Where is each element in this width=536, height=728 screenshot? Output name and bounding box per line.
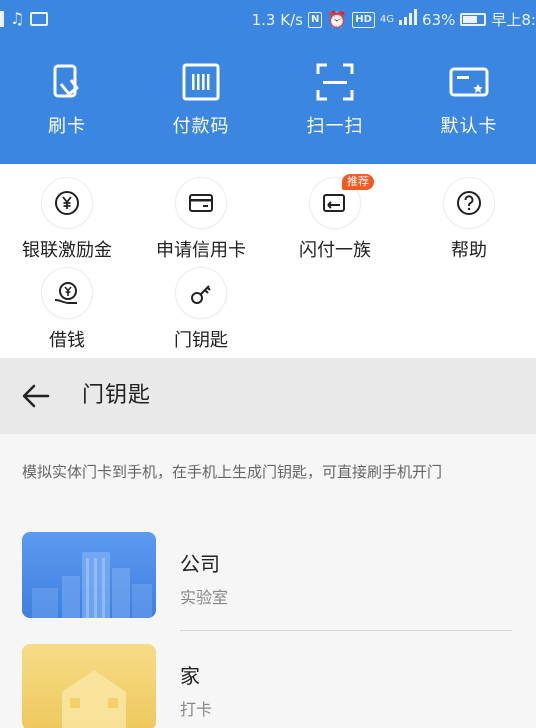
status-right: 1.3 K/s N ⏰ HD 4G 63% 早上8: bbox=[252, 9, 536, 30]
battery-icon bbox=[460, 13, 487, 26]
network-speed: 1.3 K/s bbox=[251, 10, 303, 29]
battery-percent: 63% bbox=[422, 10, 456, 29]
scan-button[interactable]: 扫一扫 bbox=[268, 62, 402, 142]
default-card-label: 默认卡 bbox=[440, 116, 498, 137]
quickpass-icon: 推荐 bbox=[310, 174, 374, 228]
incentive-button[interactable]: 银联激励金 bbox=[0, 178, 134, 262]
card-swipe-icon bbox=[53, 64, 79, 98]
page-title: 门钥匙 bbox=[82, 383, 152, 408]
default-card-icon bbox=[449, 67, 489, 97]
door-key-button[interactable]: 门钥匙 bbox=[134, 268, 268, 352]
back-arrow-icon[interactable] bbox=[20, 380, 52, 412]
key-icon bbox=[176, 268, 226, 318]
key-description: 模拟实体门卡到手机，在手机上生成门钥匙，可直接刷手机开门 bbox=[22, 463, 443, 481]
music-icon: ♫ bbox=[10, 9, 25, 28]
quickpass-button[interactable]: 推荐 闪付一族 bbox=[268, 174, 402, 262]
help-button[interactable]: 帮助 bbox=[402, 178, 536, 262]
status-bar: ♫ 1.3 K/s N ⏰ HD 4G 63% 早上8: bbox=[0, 0, 536, 40]
swipe-card-button[interactable]: 刷卡 bbox=[0, 62, 134, 142]
credit-card-icon bbox=[176, 178, 226, 228]
alarm-icon: ⏰ bbox=[327, 9, 348, 29]
payment-code-label: 付款码 bbox=[172, 116, 230, 137]
payment-code-icon bbox=[182, 63, 220, 101]
key-page-header: 门钥匙 bbox=[0, 358, 536, 434]
key-card-company[interactable]: 公司 实验室 bbox=[0, 532, 536, 644]
scan-label: 扫一扫 bbox=[306, 116, 364, 137]
door-key-label: 门钥匙 bbox=[174, 330, 228, 351]
borrow-money-icon bbox=[42, 268, 92, 318]
help-label: 帮助 bbox=[451, 240, 487, 261]
yuan-coin-icon bbox=[42, 178, 92, 228]
clock: 早上8: bbox=[491, 11, 536, 29]
quickpass-label: 闪付一族 bbox=[299, 240, 371, 261]
card-name: 家 bbox=[180, 664, 200, 688]
divider bbox=[180, 630, 512, 631]
incentive-label: 银联激励金 bbox=[22, 240, 112, 261]
payment-code-button[interactable]: 付款码 bbox=[134, 62, 268, 142]
buildings-icon bbox=[32, 552, 152, 618]
network-type: 4G bbox=[379, 13, 395, 25]
card-subtitle: 实验室 bbox=[180, 588, 229, 607]
apply-credit-card-label: 申请信用卡 bbox=[156, 240, 246, 261]
apply-credit-card-button[interactable]: 申请信用卡 bbox=[134, 178, 268, 262]
borrow-money-button[interactable]: 借钱 bbox=[0, 268, 134, 352]
recommend-badge: 推荐 bbox=[342, 174, 374, 190]
help-icon bbox=[444, 178, 494, 228]
quick-services-grid: 银联激励金 申请信用卡 推荐 闪付一族 帮助 借钱 门钥匙 bbox=[0, 164, 536, 358]
status-left: ♫ bbox=[0, 9, 49, 29]
notification-icon bbox=[0, 11, 4, 27]
company-card-image bbox=[22, 532, 156, 618]
nfc-icon: N bbox=[307, 11, 323, 28]
swipe-card-label: 刷卡 bbox=[48, 116, 86, 137]
key-card-home[interactable]: 家 打卡 bbox=[0, 644, 536, 728]
hd-icon: HD bbox=[352, 11, 375, 28]
app-notification-icon bbox=[30, 12, 49, 26]
home-card-image bbox=[22, 644, 156, 728]
borrow-money-label: 借钱 bbox=[49, 330, 85, 351]
scan-icon bbox=[316, 63, 354, 101]
house-icon bbox=[62, 670, 126, 728]
default-card-button[interactable]: 默认卡 bbox=[402, 62, 536, 142]
card-name: 公司 bbox=[180, 552, 220, 576]
top-actions-bar: 刷卡 付款码 扫一扫 默认卡 bbox=[0, 40, 536, 164]
signal-icon bbox=[399, 9, 418, 30]
card-subtitle: 打卡 bbox=[180, 700, 213, 719]
